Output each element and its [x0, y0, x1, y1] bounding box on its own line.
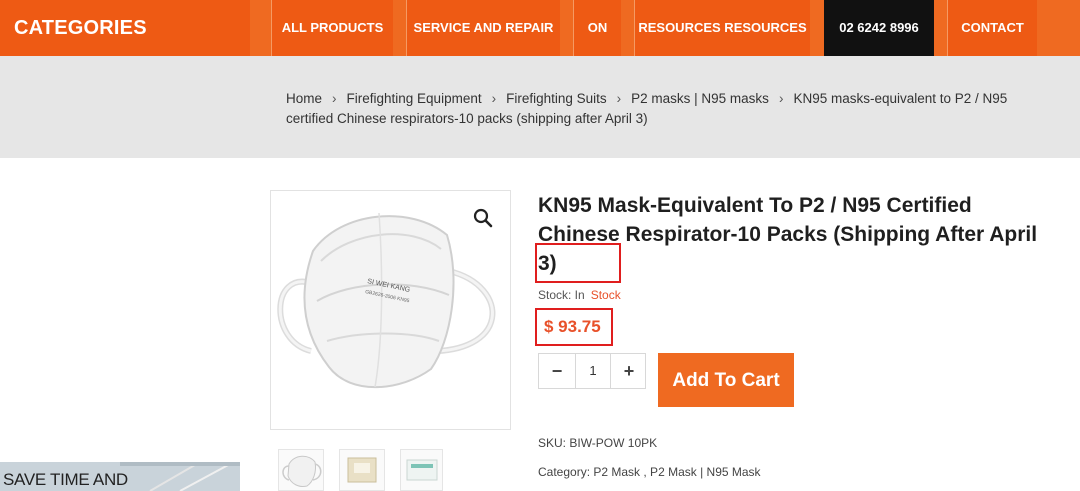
sku-label: SKU: — [538, 436, 567, 450]
thumbnail-box-image — [406, 459, 438, 481]
breadcrumb-home[interactable]: Home — [286, 91, 322, 106]
promo-banner[interactable]: SAVE TIME AND — [0, 462, 240, 491]
breadcrumb-separator: › — [332, 91, 337, 106]
category-label: Category: — [538, 465, 591, 479]
search-icon[interactable] — [472, 207, 494, 229]
breadcrumb-separator: › — [491, 91, 497, 106]
plus-icon[interactable]: + — [611, 354, 647, 388]
breadcrumb-firefighting-equipment[interactable]: Firefighting Equipment — [347, 91, 482, 106]
thumbnail-2[interactable] — [339, 449, 385, 491]
categories-menu[interactable]: CATEGORIES — [0, 0, 250, 56]
category-links[interactable]: P2 Mask , P2 Mask | N95 Mask — [593, 465, 760, 479]
breadcrumb-firefighting-suits[interactable]: Firefighting Suits — [506, 91, 607, 106]
add-to-cart-button[interactable]: Add To Cart — [658, 353, 794, 407]
breadcrumb-separator: › — [778, 91, 784, 106]
thumbnail-package-image — [347, 457, 377, 483]
highlight-box-price — [535, 308, 613, 346]
quantity-input[interactable]: 1 — [575, 354, 611, 388]
top-navigation: CATEGORIES ALL PRODUCTS SERVICE AND REPA… — [0, 0, 1080, 56]
highlight-box-date — [535, 243, 621, 283]
stock-value: Stock — [590, 288, 621, 302]
thumbnail-mask-image — [282, 455, 322, 487]
breadcrumb: Home › Firefighting Equipment › Firefighting… — [286, 89, 1038, 129]
nav-contact[interactable]: CONTACT — [947, 0, 1037, 56]
thumbnail-1[interactable] — [278, 449, 324, 491]
nav-all-products[interactable]: ALL PRODUCTS — [271, 0, 393, 56]
sku-value: BIW-POW 10PK — [569, 436, 658, 450]
stock-status: Stock: In Stock — [538, 288, 621, 302]
breadcrumb-p2-masks[interactable]: P2 masks | N95 masks — [631, 91, 769, 106]
product-sku: SKU: BIW-POW 10PK — [538, 436, 657, 450]
nav-on[interactable]: ON — [573, 0, 621, 56]
nav-service-and-repair[interactable]: SERVICE AND REPAIR — [406, 0, 560, 56]
product-category: Category: P2 Mask , P2 Mask | N95 Mask — [538, 465, 761, 479]
nav-resources[interactable]: RESOURCES RESOURCES — [634, 0, 810, 56]
stock-label: Stock: In — [538, 288, 585, 302]
promo-text: SAVE TIME AND — [3, 470, 128, 489]
nav-phone-number[interactable]: 02 6242 8996 — [824, 0, 934, 56]
quantity-stepper: − 1 + — [538, 353, 646, 389]
minus-icon[interactable]: − — [539, 354, 575, 388]
breadcrumb-separator: › — [616, 91, 622, 106]
thumbnail-3[interactable] — [400, 449, 443, 491]
